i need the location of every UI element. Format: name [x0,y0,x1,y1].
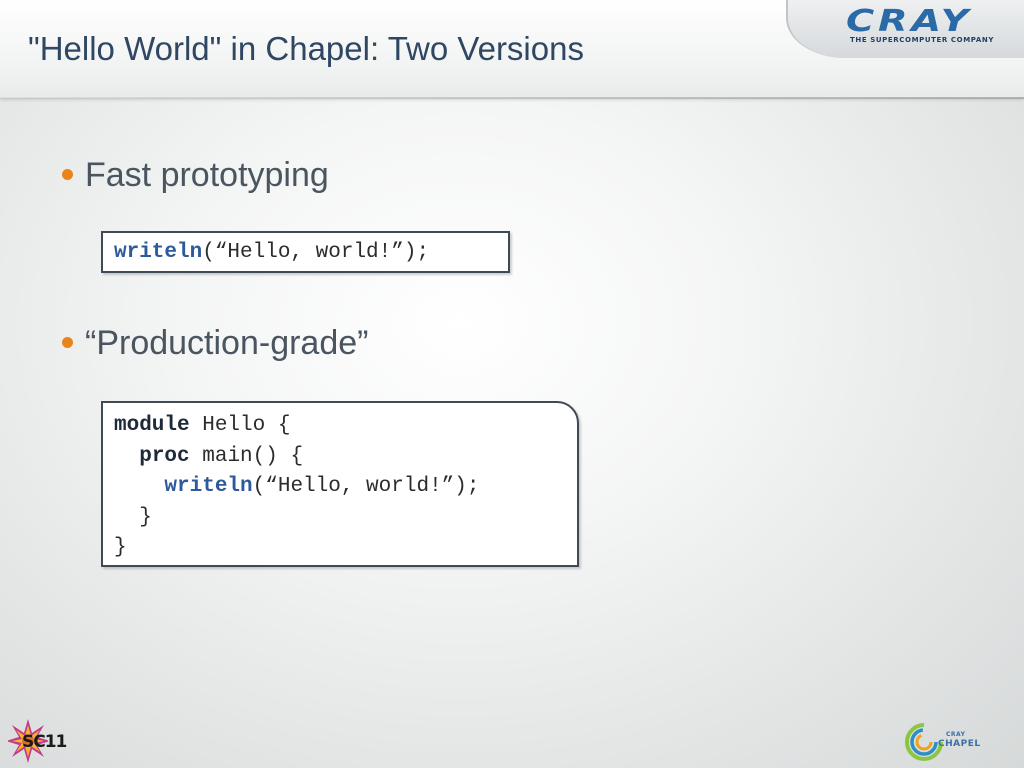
code-text: (“Hello, world!”); [252,475,480,498]
chapel-logo-chapel: CHAPEL [938,739,981,749]
code-keyword: module [114,414,190,437]
chapel-logo-cray: CRAY [946,731,966,738]
bullet-text: “Production-grade” [85,324,369,362]
title-bar: "Hello World" in Chapel: Two Versions CR… [0,0,1024,99]
bullet-dot-icon [62,336,73,348]
code-block-simple: writeln(“Hello, world!”); [101,231,510,273]
chapel-logo-icon: CRAY CHAPEL [904,722,984,766]
code-text: Hello { [189,414,291,437]
code-line: writeln(“Hello, world!”); [114,472,577,503]
code-block-full: module Hello { proc main() { writeln(“He… [101,401,579,567]
code-text: main() { [189,444,304,468]
sc11-logo-text: SC11 [22,732,67,752]
code-line: module Hello { [114,411,577,442]
code-line: proc main() { [114,442,577,473]
code-text: (“Hello, world!”); [202,241,430,264]
code-line: } [114,505,152,529]
slide-title: "Hello World" in Chapel: Two Versions [28,30,584,67]
code-line: } [114,536,127,559]
code-function: writeln [114,241,203,264]
sc11-logo-icon: SC11 [8,718,68,764]
code-keyword: proc [139,444,190,468]
bullet-text: Fast prototyping [85,156,329,194]
code-function: writeln [164,475,253,498]
cray-logo-tagline: THE SUPERCOMPUTER COMPANY [850,36,995,44]
bullet-dot-icon [62,168,73,180]
bullet-fast-prototyping: Fast prototyping [62,156,329,195]
cray-logo-word: CRAY [846,4,973,39]
cray-logo-icon: CRAY THE SUPERCOMPUTER COMPANY [786,0,1024,58]
bullet-production-grade: “Production-grade” [62,324,368,363]
